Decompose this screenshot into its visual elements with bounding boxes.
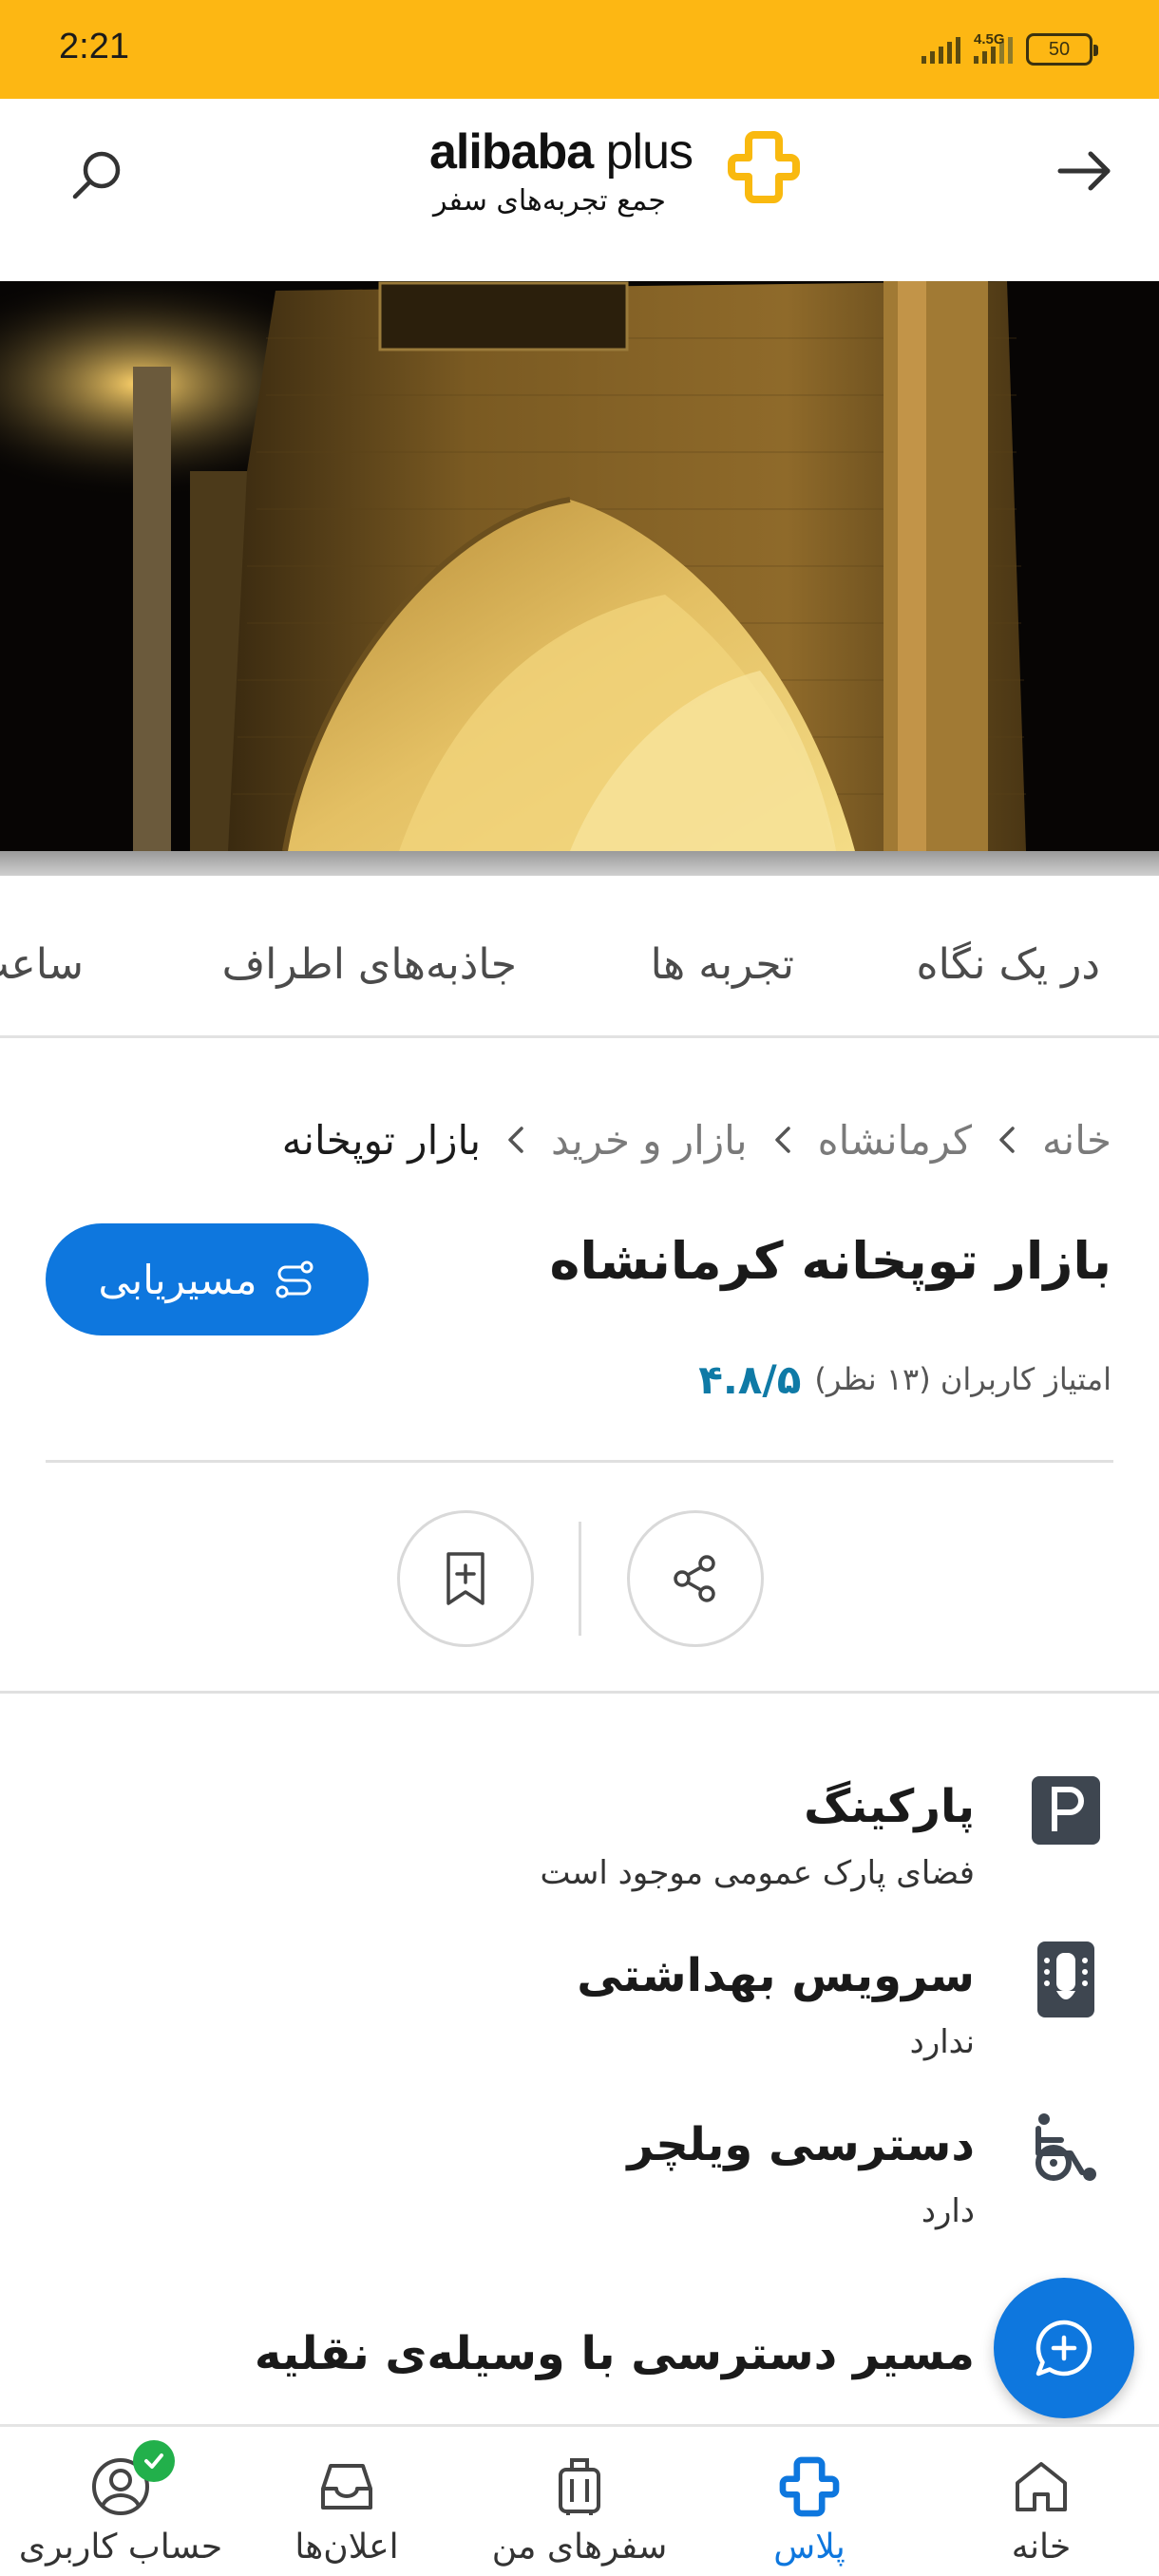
tab-experiences[interactable]: تجربه ها xyxy=(651,940,794,989)
amenity-title: پارکینگ xyxy=(804,1780,975,1833)
mobile-data-icon: 4.5G xyxy=(974,31,1013,64)
logo-word: alibaba plus xyxy=(429,124,694,180)
rating-text: امتیاز کاربران (۱۳ نظر) xyxy=(814,1361,1112,1397)
battery-level: 50 xyxy=(1048,38,1071,60)
luggage-icon xyxy=(546,2453,613,2520)
page-title: بازار توپخانه کرمانشاه xyxy=(549,1231,1112,1291)
hero-bottom-edge xyxy=(0,851,1159,876)
search-icon xyxy=(72,151,121,199)
signal-icon xyxy=(922,35,960,64)
home-icon xyxy=(1008,2453,1074,2520)
nav-label: خانه xyxy=(1011,2528,1072,2567)
amenity-title: سرویس بهداشتی xyxy=(577,1949,975,2002)
tab-overview[interactable]: در یک نگاه xyxy=(917,940,1100,989)
amenity-parking: پارکینگ فضای پارک عمومی موجود است xyxy=(0,1772,1159,1934)
wheelchair-icon xyxy=(1028,2111,1104,2187)
add-comment-fab[interactable] xyxy=(994,2278,1134,2418)
bottom-navigation: خانه پلاس سفرهای من xyxy=(0,2424,1159,2576)
chat-add-icon xyxy=(1036,2320,1092,2377)
account-icon xyxy=(87,2440,175,2520)
amenity-wheelchair: دسترسی ویلچر دارد xyxy=(0,2111,1159,2272)
verified-check-icon xyxy=(133,2440,175,2482)
rating: ۴.۸/۵ امتیاز کاربران (۱۳ نظر) xyxy=(698,1353,1112,1406)
alibaba-plus-logo: alibaba plus جمع تجربه‌های سفر xyxy=(429,122,800,226)
chevron-left-icon xyxy=(502,1121,530,1159)
breadcrumb-home[interactable]: خانه xyxy=(1042,1117,1112,1164)
status-bar: 2:21 4.5G 50 xyxy=(0,0,1159,99)
nav-home[interactable]: خانه xyxy=(1003,2427,1079,2576)
nav-label: حساب کاربری xyxy=(18,2528,223,2567)
divider xyxy=(0,1691,1159,1694)
chevron-left-icon xyxy=(993,1121,1021,1159)
nav-label: اعلان‌ها xyxy=(294,2528,399,2567)
inbox-icon xyxy=(314,2453,380,2520)
app-header: alibaba plus جمع تجربه‌های سفر xyxy=(0,99,1159,281)
logo-tagline: جمع تجربه‌های سفر xyxy=(433,184,666,218)
nav-notifications[interactable]: اعلان‌ها xyxy=(285,2427,408,2576)
chevron-left-icon xyxy=(769,1121,797,1159)
network-type: 4.5G xyxy=(974,31,1005,47)
parking-icon xyxy=(1028,1772,1104,1848)
nav-my-trips[interactable]: سفرهای من xyxy=(484,2427,674,2576)
bookmark-button[interactable] xyxy=(397,1510,534,1647)
nav-label: سفرهای من xyxy=(491,2528,668,2567)
amenity-title: دسترسی ویلچر xyxy=(627,2118,975,2171)
rating-score: ۴.۸/۵ xyxy=(698,1355,802,1403)
amenity-subtitle: فضای پارک عمومی موجود است xyxy=(540,1854,976,1892)
section-tabs: در یک نگاه تجربه ها جاذبه‌های اطراف ساعت xyxy=(0,940,1159,1007)
share-button[interactable] xyxy=(627,1510,764,1647)
status-icons: 4.5G 50 xyxy=(922,28,1098,70)
divider xyxy=(46,1460,1113,1463)
amenity-subtitle: دارد xyxy=(921,2192,975,2230)
search-button[interactable] xyxy=(59,137,135,213)
route-icon xyxy=(276,1260,313,1298)
plus-logo-icon xyxy=(728,131,800,203)
plus-logo-icon xyxy=(776,2453,843,2520)
route-button-label: مسیریابی xyxy=(98,1256,257,1303)
breadcrumb: خانه کرمانشاه بازار و خرید بازار توپخانه xyxy=(282,1111,1112,1168)
breadcrumb-current: بازار توپخانه xyxy=(281,1116,482,1164)
amenity-restroom: سرویس بهداشتی ندارد xyxy=(0,1941,1159,2103)
breadcrumb-category[interactable]: بازار و خرید xyxy=(551,1117,748,1164)
tab-nearby-attractions[interactable]: جاذبه‌های اطراف xyxy=(222,940,517,989)
breadcrumb-city[interactable]: کرمانشاه xyxy=(818,1117,972,1164)
route-button[interactable]: مسیریابی xyxy=(46,1223,369,1335)
hero-photo xyxy=(0,281,1159,851)
tabs-divider xyxy=(0,1035,1159,1038)
nav-plus[interactable]: پلاس xyxy=(760,2427,859,2576)
amenity-subtitle: ندارد xyxy=(909,2023,975,2061)
nav-label: پلاس xyxy=(773,2528,846,2567)
arrow-right-icon xyxy=(1057,151,1111,191)
nav-account[interactable]: حساب کاربری xyxy=(19,2427,222,2576)
tab-hours[interactable]: ساعت xyxy=(0,940,84,989)
vehicle-route-heading: مسیر دسترسی با وسیله‌ی نقلیه xyxy=(254,2327,975,2380)
bookmark-add-icon xyxy=(446,1552,484,1605)
back-button[interactable] xyxy=(1047,133,1123,209)
bazaar-gate-image xyxy=(0,281,1159,851)
restroom-icon xyxy=(1028,1941,1104,2017)
actions-separator xyxy=(579,1522,581,1636)
share-icon xyxy=(674,1555,715,1602)
battery-icon: 50 xyxy=(1026,33,1098,66)
status-time: 2:21 xyxy=(59,27,129,66)
